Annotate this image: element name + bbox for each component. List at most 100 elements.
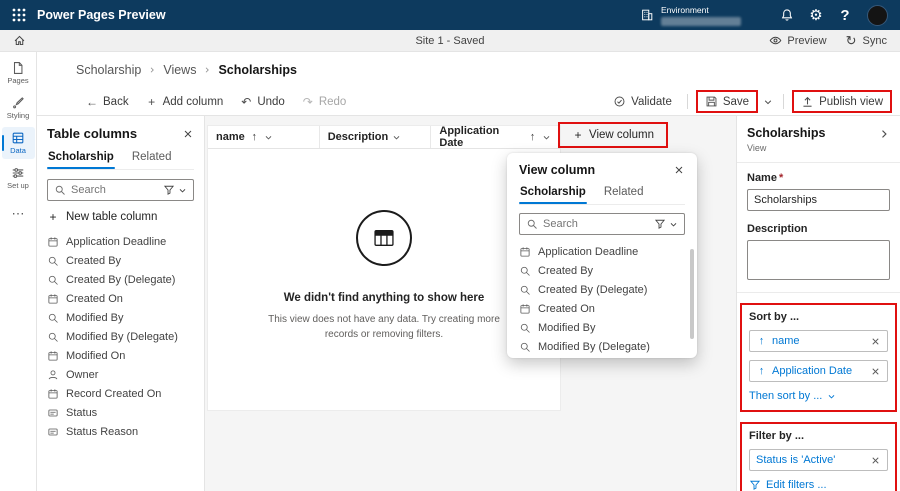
table-columns-panel: Table columns Scholarship Related Search… xyxy=(37,116,205,491)
save-button[interactable]: Save xyxy=(698,92,756,111)
popup-column-item[interactable]: Modified By (Delegate) xyxy=(519,337,685,356)
validate-check-icon xyxy=(613,95,626,108)
popup-column-item[interactable]: Application Deadline xyxy=(519,242,685,261)
column-list-item[interactable]: Status xyxy=(47,403,194,422)
popup-tab-related[interactable]: Related xyxy=(603,183,645,204)
column-list-item[interactable]: Application Deadline xyxy=(47,232,194,251)
column-list-item[interactable]: Created By (Delegate) xyxy=(47,270,194,289)
rail-item-pages[interactable]: Pages xyxy=(2,57,35,89)
column-list-item[interactable]: Modified On xyxy=(47,346,194,365)
column-list-item[interactable]: Modified By (Delegate) xyxy=(47,327,194,346)
help-icon[interactable]: ? xyxy=(838,8,852,23)
calendar-icon xyxy=(47,236,59,248)
undo-button[interactable]: ↶ Undo xyxy=(233,93,292,111)
column-name: Modified By (Delegate) xyxy=(66,330,178,343)
tab-scholarship[interactable]: Scholarship xyxy=(47,148,115,169)
redo-button[interactable]: ↷ Redo xyxy=(295,93,354,111)
view-column-button[interactable]: + View column xyxy=(563,126,663,144)
remove-sort-icon[interactable] xyxy=(870,366,881,377)
tab-related[interactable]: Related xyxy=(131,148,173,169)
plus-icon: + xyxy=(49,210,57,224)
popup-search-input[interactable] xyxy=(543,218,649,230)
breadcrumb-table[interactable]: Scholarship xyxy=(76,63,141,77)
column-list-item[interactable]: Created By xyxy=(47,251,194,270)
notifications-bell-icon[interactable] xyxy=(780,8,794,22)
validate-button[interactable]: Validate xyxy=(606,92,679,111)
publish-annotation-box: Publish view xyxy=(792,90,892,113)
environment-switcher[interactable]: Environment xyxy=(640,5,741,26)
chevron-down-icon xyxy=(669,220,678,229)
user-avatar[interactable] xyxy=(867,4,888,26)
popup-filter-dropdown[interactable] xyxy=(654,218,678,230)
grid-header-name[interactable]: name ↑ xyxy=(208,126,320,148)
popup-column-item[interactable]: Created By (Delegate) xyxy=(519,280,685,299)
breadcrumb-views[interactable]: Views xyxy=(163,63,196,77)
then-sort-by-button[interactable]: Then sort by ... xyxy=(749,390,888,402)
column-list-item[interactable]: Status Reason xyxy=(47,422,194,441)
popup-tab-scholarship[interactable]: Scholarship xyxy=(519,183,587,204)
add-column-button[interactable]: + Add column xyxy=(139,93,231,111)
column-name: Owner xyxy=(66,368,99,381)
new-table-column-button[interactable]: + New table column xyxy=(47,211,194,223)
sync-button[interactable]: ↻ Sync xyxy=(845,34,887,47)
view-description-input[interactable] xyxy=(747,240,890,280)
column-filter-dropdown[interactable] xyxy=(163,184,187,196)
calendar-icon xyxy=(519,246,531,258)
search-icon xyxy=(54,184,66,196)
column-search-input[interactable] xyxy=(71,184,158,196)
waffle-menu-icon[interactable] xyxy=(12,8,26,22)
close-popup-icon[interactable] xyxy=(673,164,685,176)
app-title: Power Pages Preview xyxy=(37,8,166,22)
column-list-item[interactable]: Created On xyxy=(47,289,194,308)
sort-chip-label: name xyxy=(772,335,800,347)
filter-funnel-icon xyxy=(749,479,761,491)
back-arrow-icon: ← xyxy=(86,94,98,109)
styling-icon xyxy=(11,96,25,110)
close-panel-icon[interactable] xyxy=(182,128,194,140)
empty-state-title: We didn't find anything to show here xyxy=(283,291,485,304)
popup-column-item[interactable]: Created On xyxy=(519,299,685,318)
optionset-icon xyxy=(47,407,59,419)
edit-filters-button[interactable]: Edit filters ... xyxy=(749,479,888,491)
grid-header-application-date[interactable]: Application Date ↑ xyxy=(431,125,560,149)
empty-table-icon xyxy=(356,209,412,266)
sort-chip[interactable]: ↑ Application Date xyxy=(749,360,888,382)
empty-state-subtitle: This view does not have any data. Try cr… xyxy=(268,313,500,340)
filter-chip[interactable]: Status is 'Active' xyxy=(749,449,888,471)
rail-item-styling[interactable]: Styling xyxy=(2,92,35,124)
popup-column-item[interactable]: Modified By xyxy=(519,318,685,337)
grid-header-description[interactable]: Description xyxy=(320,126,432,148)
name-field-label: Name * xyxy=(747,172,784,184)
search-icon xyxy=(526,218,538,230)
column-list-item[interactable]: Owner xyxy=(47,365,194,384)
filter-chip-label: Status is 'Active' xyxy=(756,454,836,466)
sort-chip[interactable]: ↑ name xyxy=(749,330,888,352)
rail-more-button[interactable]: ⋯ xyxy=(2,203,35,223)
sync-icon: ↻ xyxy=(845,33,857,48)
rail-item-data[interactable]: Data xyxy=(1,127,35,159)
remove-filter-icon[interactable] xyxy=(870,455,881,466)
rail-item-setup[interactable]: Set up xyxy=(2,162,35,194)
save-split-chevron-icon[interactable] xyxy=(763,97,773,107)
column-list-item[interactable]: Record Created On xyxy=(47,384,194,403)
breadcrumb-current-view: Scholarships xyxy=(218,63,297,77)
column-name: Status Reason xyxy=(66,425,139,438)
home-icon[interactable] xyxy=(13,34,26,47)
column-list-item[interactable]: Modified By xyxy=(47,308,194,327)
lookup-icon xyxy=(519,341,531,353)
divider xyxy=(737,292,900,293)
remove-sort-icon[interactable] xyxy=(870,336,881,347)
divider xyxy=(737,162,900,163)
optionset-icon xyxy=(47,426,59,438)
view-name-input[interactable] xyxy=(747,189,890,211)
preview-button[interactable]: Preview xyxy=(769,34,827,47)
popup-scrollbar[interactable] xyxy=(690,249,694,339)
expand-panel-chevron-icon[interactable] xyxy=(878,128,890,140)
lookup-icon xyxy=(47,312,59,324)
column-name: Created By xyxy=(538,264,594,277)
settings-gear-icon[interactable]: ⚙ xyxy=(809,8,823,23)
back-button[interactable]: ← Back xyxy=(79,93,136,111)
popup-column-item[interactable]: Created By xyxy=(519,261,685,280)
column-name: Created By (Delegate) xyxy=(66,273,176,286)
publish-view-button[interactable]: Publish view xyxy=(794,92,890,111)
